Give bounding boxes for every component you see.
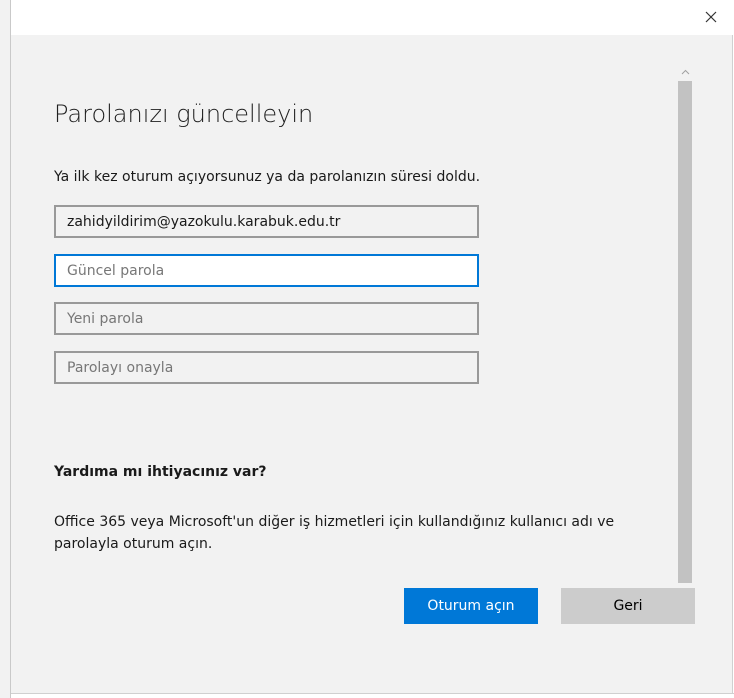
password-update-window: Parolanızı güncelleyin Ya ilk kez oturum…: [0, 0, 734, 698]
username-field[interactable]: [54, 205, 479, 238]
close-icon: [705, 11, 717, 23]
new-password-field[interactable]: [54, 302, 479, 335]
page-subtitle: Ya ilk kez oturum açıyorsunuz ya da paro…: [54, 169, 481, 185]
dialog-content: Parolanızı güncelleyin Ya ilk kez oturum…: [11, 35, 733, 693]
confirm-password-field[interactable]: [54, 351, 479, 384]
close-button[interactable]: [696, 2, 726, 32]
sign-in-button[interactable]: Oturum açın: [404, 588, 538, 624]
title-bar: [11, 0, 734, 35]
scrollbar-thumb[interactable]: [678, 81, 692, 583]
window-bottom-edge: [11, 693, 734, 698]
page-title: Parolanızı güncelleyin: [54, 100, 314, 128]
chevron-up-icon: [681, 69, 690, 74]
back-button[interactable]: Geri: [561, 588, 695, 624]
help-text: Office 365 veya Microsoft'un diğer iş hi…: [54, 514, 615, 552]
current-password-field[interactable]: [54, 254, 479, 287]
vertical-scrollbar[interactable]: [676, 63, 695, 601]
scroll-up-button[interactable]: [676, 63, 695, 80]
background-window-edge: [0, 0, 11, 698]
help-heading: Yardıma mı ihtiyacınız var?: [54, 464, 267, 480]
